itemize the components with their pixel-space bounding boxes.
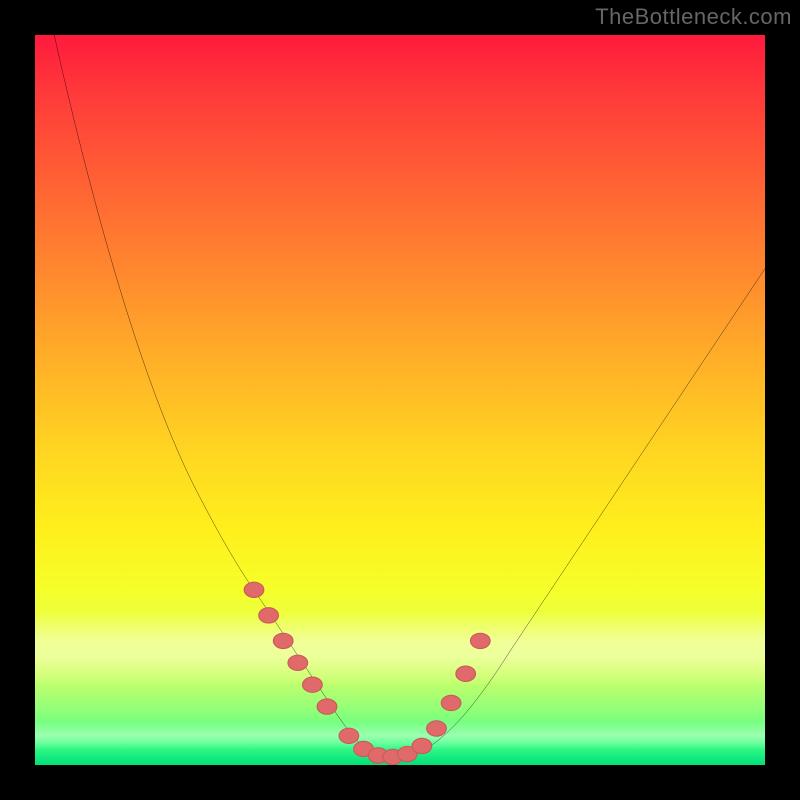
marker-point [273,633,293,648]
marker-point [470,633,490,648]
marker-point [259,608,279,623]
chart-svg [35,35,765,765]
chart-stage: TheBottleneck.com [0,0,800,800]
marker-point [339,728,359,743]
curve-line [35,35,765,758]
watermark-text: TheBottleneck.com [595,4,792,30]
marker-point [288,655,308,670]
plot-area [35,35,765,765]
marker-point [303,677,323,692]
marker-point [412,738,432,753]
marker-point [244,582,264,597]
marker-point [317,699,337,714]
marker-point [456,666,476,681]
marker-group [244,582,490,765]
marker-point [441,695,461,710]
marker-point [427,721,447,736]
